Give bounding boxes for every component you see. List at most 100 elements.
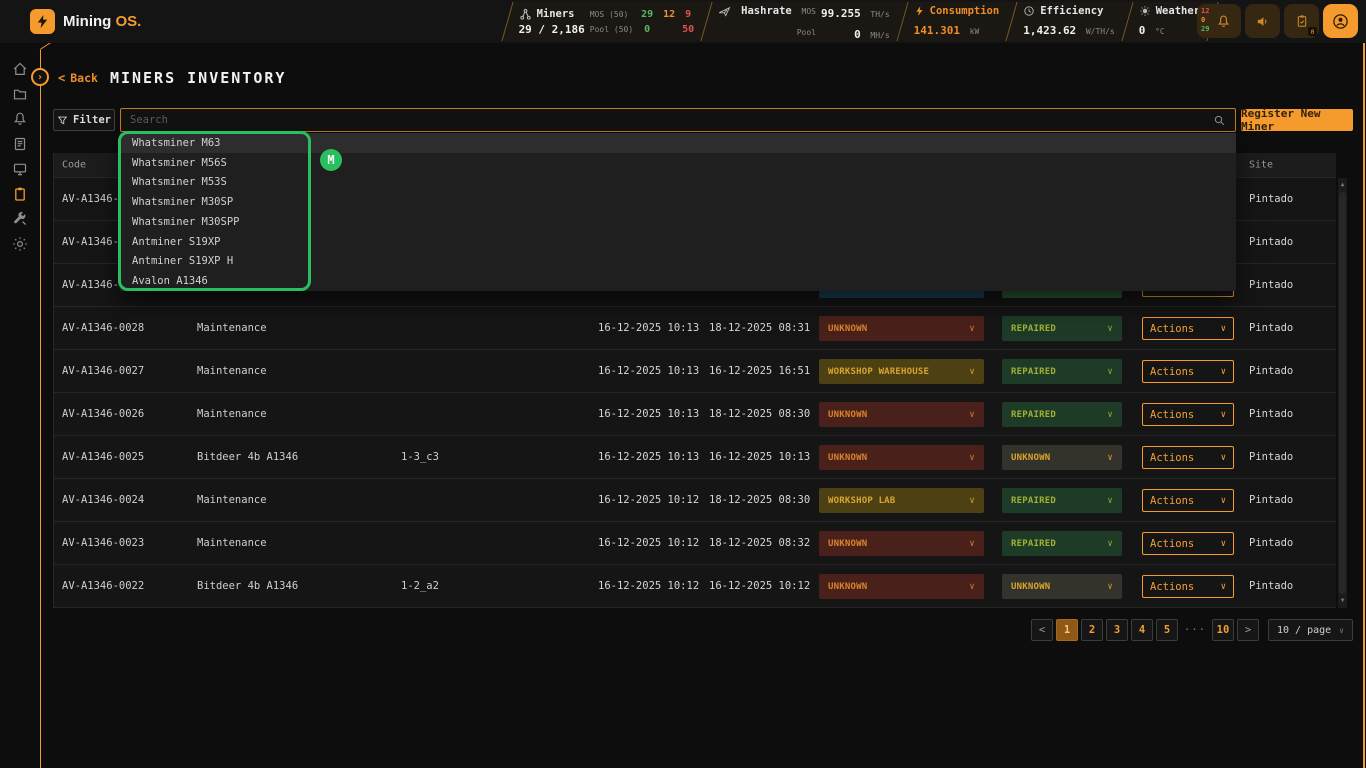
pagination-page-10[interactable]: 10 [1212,619,1234,641]
page-size-select[interactable]: 10 / page ∨ [1268,619,1353,641]
hashrate-pool-value: 0 [854,28,861,41]
miner-model: Bitdeer 4b A1346 [197,451,298,463]
scroll-down-icon[interactable]: ▼ [1338,596,1347,606]
actions-select[interactable]: Actions∨ [1142,317,1234,340]
miners-total: 29 / 2,186 [519,23,585,36]
status-select[interactable]: REPAIRED∨ [1002,488,1122,513]
actions-select[interactable]: Actions∨ [1142,360,1234,383]
tasks-badge: 0 [1308,27,1317,36]
suggestion-option[interactable]: Whatsminer M30SP [120,192,1236,212]
updated-date: 18-12-2025 08:30 [709,408,810,420]
table-row: AV-A1346-0024 Maintenance 16-12-2025 10:… [54,479,1336,522]
sidebar-item-clipboard[interactable] [12,185,29,202]
content-frame-left [40,50,41,768]
status-select[interactable]: UNKNOWN∨ [1002,574,1122,599]
pagination-page-3[interactable]: 3 [1106,619,1128,641]
efficiency-clock-icon [1023,5,1035,17]
filter-button[interactable]: Filter [53,109,115,131]
content-frame-right [1363,7,1365,768]
pagination-page-4[interactable]: 4 [1131,619,1153,641]
table-row: AV-A1346-0025 Bitdeer 4b A1346 1-3_c3 16… [54,436,1336,479]
lightning-logo-icon [30,9,55,34]
gear-icon [12,236,28,252]
miners-pool-ok: 0 [638,24,656,35]
miner-code: AV-A1346-0022 [62,580,144,592]
pagination-page-5[interactable]: 5 [1156,619,1178,641]
location-select[interactable]: WORKSHOP WAREHOUSE∨ [819,359,984,384]
site: Pintado [1249,537,1293,549]
tasks-button[interactable]: 0 [1284,4,1319,38]
scrollbar-thumb[interactable] [1339,192,1346,594]
suggestion-option[interactable]: Avalon A1346 [120,271,1236,291]
location-select[interactable]: UNKNOWN∨ [819,316,984,341]
sidebar-item-folder[interactable] [12,85,29,102]
location-select[interactable]: WORKSHOP LAB∨ [819,488,984,513]
table-scrollbar[interactable]: ▲ ▼ [1338,178,1347,608]
chevron-down-icon: ∨ [1221,324,1226,334]
stat-hashrate: Hashrate MOS 99.255 TH/s Pool 0 MH/s [706,0,902,43]
suggestion-option[interactable]: Antminer S19XP [120,232,1236,252]
location-select[interactable]: UNKNOWN∨ [819,445,984,470]
suggestion-option[interactable]: Whatsminer M63 [120,133,1236,153]
bell-icon [12,111,28,127]
location-select[interactable]: UNKNOWN∨ [819,531,984,556]
status-select[interactable]: UNKNOWN∨ [1002,445,1122,470]
actions-select[interactable]: Actions∨ [1142,575,1234,598]
sidebar-item-bell[interactable] [12,110,29,127]
weather-unit: °C [1155,27,1165,36]
document-icon [12,136,28,152]
weather-label: Weather [1156,5,1200,17]
sidebar-item-gear[interactable] [12,235,29,252]
hashrate-mos-unit: TH/s [870,10,889,19]
miners-mos-warn: 12 [661,9,677,20]
created-date: 16-12-2025 10:12 [598,580,699,592]
status-select[interactable]: REPAIRED∨ [1002,402,1122,427]
scroll-up-icon[interactable]: ▲ [1338,180,1347,190]
register-new-miner-button[interactable]: Register New Miner [1241,109,1353,131]
updated-date: 18-12-2025 08:32 [709,537,810,549]
pagination-page-2[interactable]: 2 [1081,619,1103,641]
mute-button[interactable] [1245,4,1280,38]
miner-model: Maintenance [197,537,267,549]
back-button[interactable]: <Back [58,71,98,85]
search-input[interactable] [130,114,1213,126]
status-select[interactable]: REPAIRED∨ [1002,531,1122,556]
status-select[interactable]: REPAIRED∨ [1002,359,1122,384]
location-select[interactable]: UNKNOWN∨ [819,574,984,599]
miner-model: Maintenance [197,408,267,420]
table-row: AV-A1346-0022 Bitdeer 4b A1346 1-2_a2 16… [54,565,1336,608]
chevron-down-icon: ∨ [969,496,975,506]
site: Pintado [1249,494,1293,506]
status-select[interactable]: REPAIRED∨ [1002,316,1122,341]
account-button[interactable] [1323,4,1358,38]
pagination-page-1[interactable]: 1 [1056,619,1078,641]
sidebar-item-home[interactable] [12,60,29,77]
actions-select[interactable]: Actions∨ [1142,532,1234,555]
pagination-ellipsis: ··· [1181,619,1209,641]
sidebar-item-document[interactable] [12,135,29,152]
actions-select[interactable]: Actions∨ [1142,446,1234,469]
suggestion-option[interactable]: Whatsminer M56S [120,153,1236,173]
suggestion-option[interactable]: Whatsminer M53S [120,173,1236,193]
app-logo: Mining OS. [30,9,141,34]
hashrate-pool-label: Pool [797,28,816,37]
sidebar-item-monitor[interactable] [12,160,29,177]
sidebar-expand-toggle[interactable]: › [31,68,49,86]
pagination-prev[interactable]: < [1031,619,1053,641]
chevron-down-icon: ∨ [1221,496,1226,506]
suggestion-option[interactable]: Antminer S19XP H [120,252,1236,272]
weather-sun-icon [1139,5,1151,17]
table-row: AV-A1346-0026 Maintenance 16-12-2025 10:… [54,393,1336,436]
actions-select[interactable]: Actions∨ [1142,403,1234,426]
pagination-next[interactable]: > [1237,619,1259,641]
pagination-bar: <12345···10> 10 / page ∨ [1031,618,1353,642]
actions-select[interactable]: Actions∨ [1142,489,1234,512]
sidebar-item-tools[interactable] [12,210,29,227]
miners-icon [519,8,532,21]
notifications-button[interactable]: 12 0 29 [1197,4,1241,38]
suggestion-option[interactable]: Whatsminer M30SPP [120,212,1236,232]
efficiency-value: 1,423.62 [1023,24,1076,37]
location-select[interactable]: UNKNOWN∨ [819,402,984,427]
chevron-down-icon: ∨ [1107,582,1113,592]
created-date: 16-12-2025 10:13 [598,365,699,377]
